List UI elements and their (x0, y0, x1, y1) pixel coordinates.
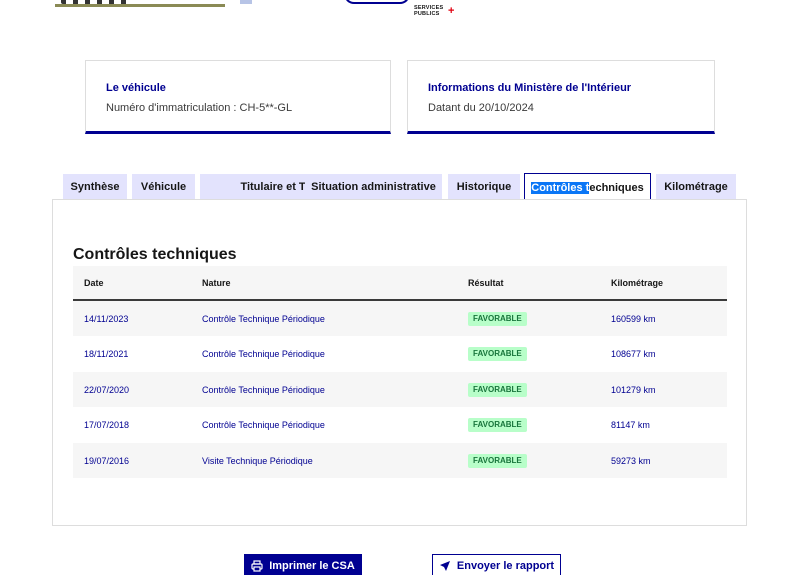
table-row: 22/07/2020 Contrôle Technique Périodique… (73, 371, 727, 408)
result-badge: FAVORABLE (468, 382, 527, 397)
table-row: 17/07/2018 Contrôle Technique Périodique… (73, 407, 727, 443)
row-km: 81147 km (611, 420, 650, 431)
tab-vehicule[interactable]: Véhicule (132, 174, 195, 199)
tab-label-selected-text: Contrôles t (531, 181, 590, 194)
row-nature: Contrôle Technique Périodique (202, 420, 325, 431)
row-km: 59273 km (611, 455, 651, 466)
logo-accent (240, 0, 252, 4)
ministry-card: Informations du Ministère de l'Intérieur… (407, 60, 715, 134)
row-nature: Contrôle Technique Périodique (202, 349, 325, 360)
table-row: 19/07/2016 Visite Technique Périodique F… (73, 442, 727, 478)
table-row: 18/11/2021 Contrôle Technique Périodique… (73, 336, 727, 372)
tab-historique[interactable]: Historique (448, 174, 520, 199)
site-logo[interactable] (344, 0, 410, 4)
table-row: 14/11/2023 Contrôle Technique Périodique… (73, 301, 727, 337)
tab-synthese[interactable]: Synthèse (63, 174, 127, 199)
services-publics-logo: SERVICES PUBLICS + (414, 5, 455, 17)
send-report-label: Envoyer le rapport (456, 560, 555, 572)
send-icon (439, 561, 450, 571)
row-date: 22/07/2020 (84, 384, 130, 395)
row-nature: Visite Technique Périodique (202, 455, 313, 466)
row-date: 17/07/2018 (84, 420, 130, 431)
column-header-km: Kilométrage (611, 278, 664, 288)
result-badge: FAVORABLE (468, 312, 527, 326)
column-header-result: Résultat (468, 278, 504, 288)
tab-panel: Contrôles techniques Date Nature Résulta… (52, 199, 747, 526)
column-header-date: Date (84, 278, 104, 288)
row-km: 160599 km (611, 314, 656, 324)
tab-kilometrage[interactable]: Kilométrage (656, 174, 736, 199)
printer-icon (251, 560, 263, 572)
send-report-button[interactable]: Envoyer le rapport (432, 554, 561, 575)
row-nature: Contrôle Technique Périodique (202, 314, 325, 324)
row-km: 108677 km (611, 349, 656, 360)
result-badge: FAVORABLE (468, 453, 527, 468)
ministry-date: Datant du 20/10/2024 (428, 102, 534, 114)
row-date: 19/07/2016 (84, 455, 130, 466)
print-csa-button[interactable]: Imprimer le CSA (244, 554, 362, 575)
result-badge: FAVORABLE (468, 347, 527, 362)
section-title: Contrôles techniques (73, 246, 237, 263)
ministry-card-title: Informations du Ministère de l'Intérieur (428, 82, 632, 94)
services-publics-plus-icon: + (448, 5, 455, 17)
vehicle-card: Le véhicule Numéro d'immatriculation : C… (85, 60, 391, 134)
print-csa-label: Imprimer le CSA (269, 560, 355, 572)
tab-label-rest: echniques (589, 181, 644, 194)
partner-logo (55, 0, 252, 7)
row-km: 101279 km (611, 384, 656, 395)
controls-table: Date Nature Résultat Kilométrage 14/11/2… (73, 266, 727, 478)
vehicle-card-title: Le véhicule (106, 82, 166, 94)
row-nature: Contrôle Technique Périodique (202, 384, 325, 395)
tab-controles-techniques[interactable]: Contrôles t echniques (524, 173, 651, 201)
table-header: Date Nature Résultat Kilométrage (73, 266, 727, 301)
registration-number: Numéro d'immatriculation : CH-5**-GL (106, 102, 293, 114)
tab-situation-administrative[interactable]: Situation administrative (305, 174, 442, 199)
result-badge: FAVORABLE (468, 418, 527, 433)
logo-bar (55, 4, 225, 7)
column-header-nature: Nature (202, 278, 231, 288)
row-date: 18/11/2021 (84, 349, 129, 360)
row-date: 14/11/2023 (84, 314, 129, 324)
